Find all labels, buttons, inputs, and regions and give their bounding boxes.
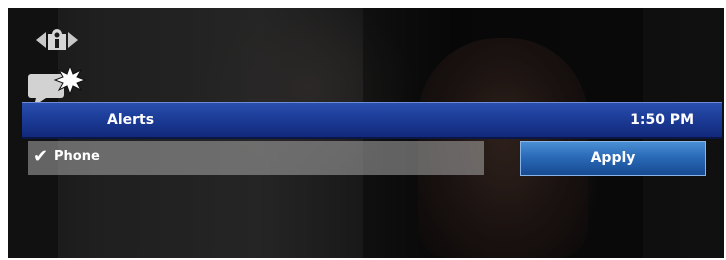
info-icon [34,24,80,56]
option-phone[interactable]: ✔ Phone [28,141,484,175]
option-label: Phone [54,149,100,164]
checkmark-icon: ✔ [33,146,49,167]
apply-button[interactable]: Apply [520,141,706,176]
tv-screen: Alerts 1:50 PM ✔ Phone Apply [0,0,726,260]
clock-time: 1:50 PM [630,112,694,128]
alerts-title-bar: Alerts 1:50 PM [22,102,722,139]
alerts-title: Alerts [107,112,155,128]
